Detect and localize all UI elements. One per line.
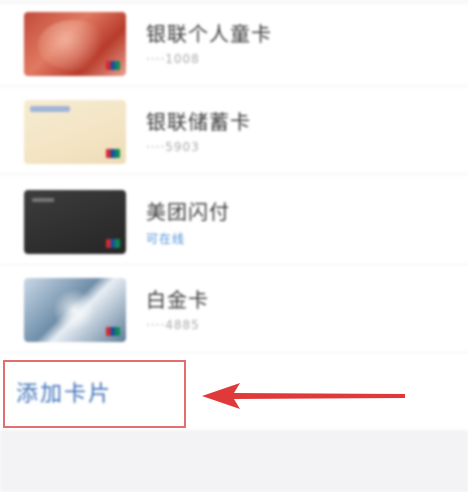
unionpay-logo-icon [106, 327, 120, 336]
card-title: 美团闪付 [146, 200, 230, 224]
card-status: 可在线 [146, 232, 186, 246]
card-number: ····5903 [146, 140, 200, 154]
card-number: ····1008 [146, 52, 200, 66]
card-title: 银联个人童卡 [146, 22, 272, 46]
unionpay-logo-icon [106, 61, 120, 70]
card-row-1[interactable]: 银联储蓄卡 ····5903 [0, 88, 468, 175]
card-row-2[interactable]: 美团闪付 可在线 [0, 178, 468, 265]
card-image [24, 190, 126, 254]
card-row-3[interactable]: 白金卡 ····4885 [0, 266, 468, 353]
card-title: 白金卡 [146, 288, 209, 312]
card-row-0[interactable]: 银联个人童卡 ····1008 [0, 0, 468, 87]
unionpay-logo-icon [106, 239, 120, 248]
card-image [24, 12, 126, 76]
highlight-box [3, 360, 186, 428]
card-image [24, 100, 126, 164]
unionpay-logo-icon [106, 149, 120, 158]
pointer-arrow-icon [202, 383, 405, 409]
section-spacer [0, 430, 468, 492]
card-title: 银联储蓄卡 [146, 110, 251, 134]
card-number: ····4885 [146, 318, 200, 332]
card-image [24, 278, 126, 342]
